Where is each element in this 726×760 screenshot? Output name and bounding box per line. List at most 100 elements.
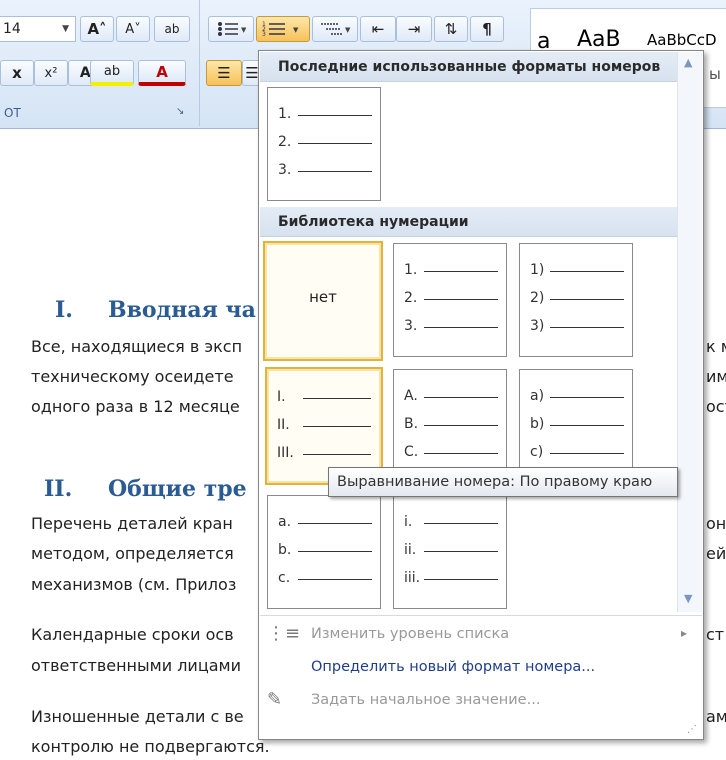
list-row: C.: [404, 444, 498, 460]
list-row: 1): [530, 262, 624, 278]
font-size-value: 14: [3, 21, 21, 37]
list-row: I.: [277, 389, 371, 405]
numbering-button[interactable]: 1 2 3 ▼: [256, 16, 310, 42]
paragraph-line: техническому осеидете: [31, 367, 234, 386]
svg-text:▼: ▼: [241, 26, 246, 34]
numbering-dropdown[interactable]: Последние использованные форматы номеров…: [258, 50, 704, 740]
list-row: III.: [277, 445, 371, 461]
list-row: b.: [278, 542, 372, 558]
svg-text:3: 3: [262, 31, 266, 38]
list-row: 1.: [278, 106, 372, 122]
numbering-format-tile[interactable]: i. ii. iii.: [393, 495, 507, 609]
multilevel-list-icon: ▼: [321, 23, 351, 35]
numbering-format-tile[interactable]: 1) 2) 3): [519, 243, 633, 357]
list-row: ii.: [404, 542, 498, 558]
paragraph-line-right: ост: [706, 397, 726, 416]
heading-1-text: Вводная ча: [108, 297, 256, 323]
chevron-down-icon: ▼: [62, 24, 69, 34]
paragraph-line: ответственными лицами: [31, 656, 241, 675]
dialog-launcher-icon[interactable]: ↘: [176, 106, 184, 117]
scroll-up-icon[interactable]: ▲: [684, 56, 692, 69]
set-value-icon: ✎: [267, 689, 283, 710]
numbering-icon: 123▼: [262, 21, 299, 38]
none-label: нет: [309, 288, 337, 306]
list-row: B.: [404, 416, 498, 432]
list-row: iii.: [404, 570, 498, 586]
numbering-format-tile[interactable]: a) b) c): [519, 369, 633, 483]
paragraph-line: методом, определяется: [31, 544, 234, 563]
list-row: 1.: [404, 262, 498, 278]
recent-formats-header: Последние использованные форматы номеров: [260, 52, 678, 82]
paragraph-line-right: ам: [706, 707, 726, 726]
heading-1-number: I.: [55, 297, 73, 323]
font-color-button[interactable]: A: [138, 60, 186, 86]
paragraph-line: Изношенные детали с ве: [31, 707, 244, 726]
list-row: a.: [278, 514, 372, 530]
font-group-label: ОТ: [4, 106, 21, 120]
increase-indent-button[interactable]: ⇥: [396, 16, 432, 42]
align-left-icon: ☰: [217, 64, 231, 82]
svg-text:▼: ▼: [345, 26, 351, 34]
list-row: 2): [530, 290, 624, 306]
paragraph-line: Перечень деталей кран: [31, 514, 233, 533]
subscript-button[interactable]: x: [0, 60, 34, 86]
numbering-format-tile[interactable]: A. B. C.: [393, 369, 507, 483]
set-start-value-item[interactable]: Задать начальное значение...: [311, 692, 540, 708]
paragraph-line-right: к м: [706, 337, 726, 356]
multilevel-list-button[interactable]: ▼: [312, 16, 358, 42]
font-size-box[interactable]: 14 ▼: [0, 16, 76, 42]
numbering-none-tile[interactable]: нет: [263, 241, 383, 361]
scroll-down-icon[interactable]: ▼: [684, 592, 692, 605]
paragraph-line-right: име: [706, 367, 726, 386]
align-left-button[interactable]: ☰: [206, 60, 242, 86]
heading-2-number: II.: [44, 476, 73, 502]
recent-format-tile[interactable]: 1. 2. 3.: [267, 87, 381, 201]
decrease-indent-button[interactable]: ⇤: [360, 16, 396, 42]
paragraph-line-right: ей: [706, 544, 726, 563]
tooltip: Выравнивание номера: По правому краю: [328, 467, 678, 497]
list-row: A.: [404, 388, 498, 404]
paragraph-line: контролю не подвергаются.: [31, 737, 270, 756]
paragraph-line: механизмов (см. Прилоз: [31, 575, 237, 594]
numbering-library-header: Библиотека нумерации: [260, 207, 678, 237]
style-heading[interactable]: AaB: [577, 27, 621, 52]
submenu-arrow-icon: ▸: [681, 626, 688, 640]
list-row: a): [530, 388, 624, 404]
style-overflow: ы: [709, 65, 721, 83]
pilcrow-icon: ¶: [482, 20, 492, 38]
gallery-scrollbar[interactable]: ▲ ▼: [677, 52, 702, 612]
style-title[interactable]: AaBbCcD: [647, 31, 717, 49]
heading-2-text: Общие тре: [108, 476, 247, 502]
show-marks-button[interactable]: ¶: [470, 16, 504, 42]
resize-grip-icon[interactable]: ⋰: [687, 724, 697, 735]
list-row: 3): [530, 318, 624, 334]
list-row: 2.: [278, 134, 372, 150]
group-divider: [199, 0, 200, 126]
list-row: 3.: [404, 318, 498, 334]
bullets-icon: ▼: [218, 22, 246, 36]
list-row: 3.: [278, 162, 372, 178]
define-new-format-item[interactable]: Определить новый формат номера...: [311, 659, 595, 675]
numbering-format-tile[interactable]: 1. 2. 3.: [393, 243, 507, 357]
change-list-level-item[interactable]: Изменить уровень списка: [311, 626, 509, 642]
svg-text:▼: ▼: [293, 26, 299, 34]
clear-format-button[interactable]: ab: [154, 16, 190, 42]
shrink-font-button[interactable]: A˅: [116, 16, 150, 42]
list-row: b): [530, 416, 624, 432]
numbering-format-tile[interactable]: a. b. c.: [267, 495, 381, 609]
sort-button[interactable]: ⇅: [434, 16, 468, 42]
paragraph-line: Все, находящиеся в эксп: [31, 337, 243, 356]
menu-separator: [260, 615, 702, 616]
list-row: i.: [404, 514, 498, 530]
paragraph-line-right: ст: [706, 625, 725, 644]
bullets-button[interactable]: ▼: [208, 16, 254, 42]
paragraph-line: Календарные сроки осв: [31, 625, 234, 644]
increase-indent-icon: ⇥: [407, 20, 421, 38]
list-row: 2.: [404, 290, 498, 306]
grow-font-button[interactable]: A˄: [80, 16, 114, 42]
list-row: c): [530, 444, 624, 460]
decrease-indent-icon: ⇤: [371, 20, 385, 38]
paragraph-line-right: он: [706, 514, 726, 533]
highlight-button[interactable]: ab: [90, 60, 134, 86]
superscript-button[interactable]: x²: [34, 60, 68, 86]
